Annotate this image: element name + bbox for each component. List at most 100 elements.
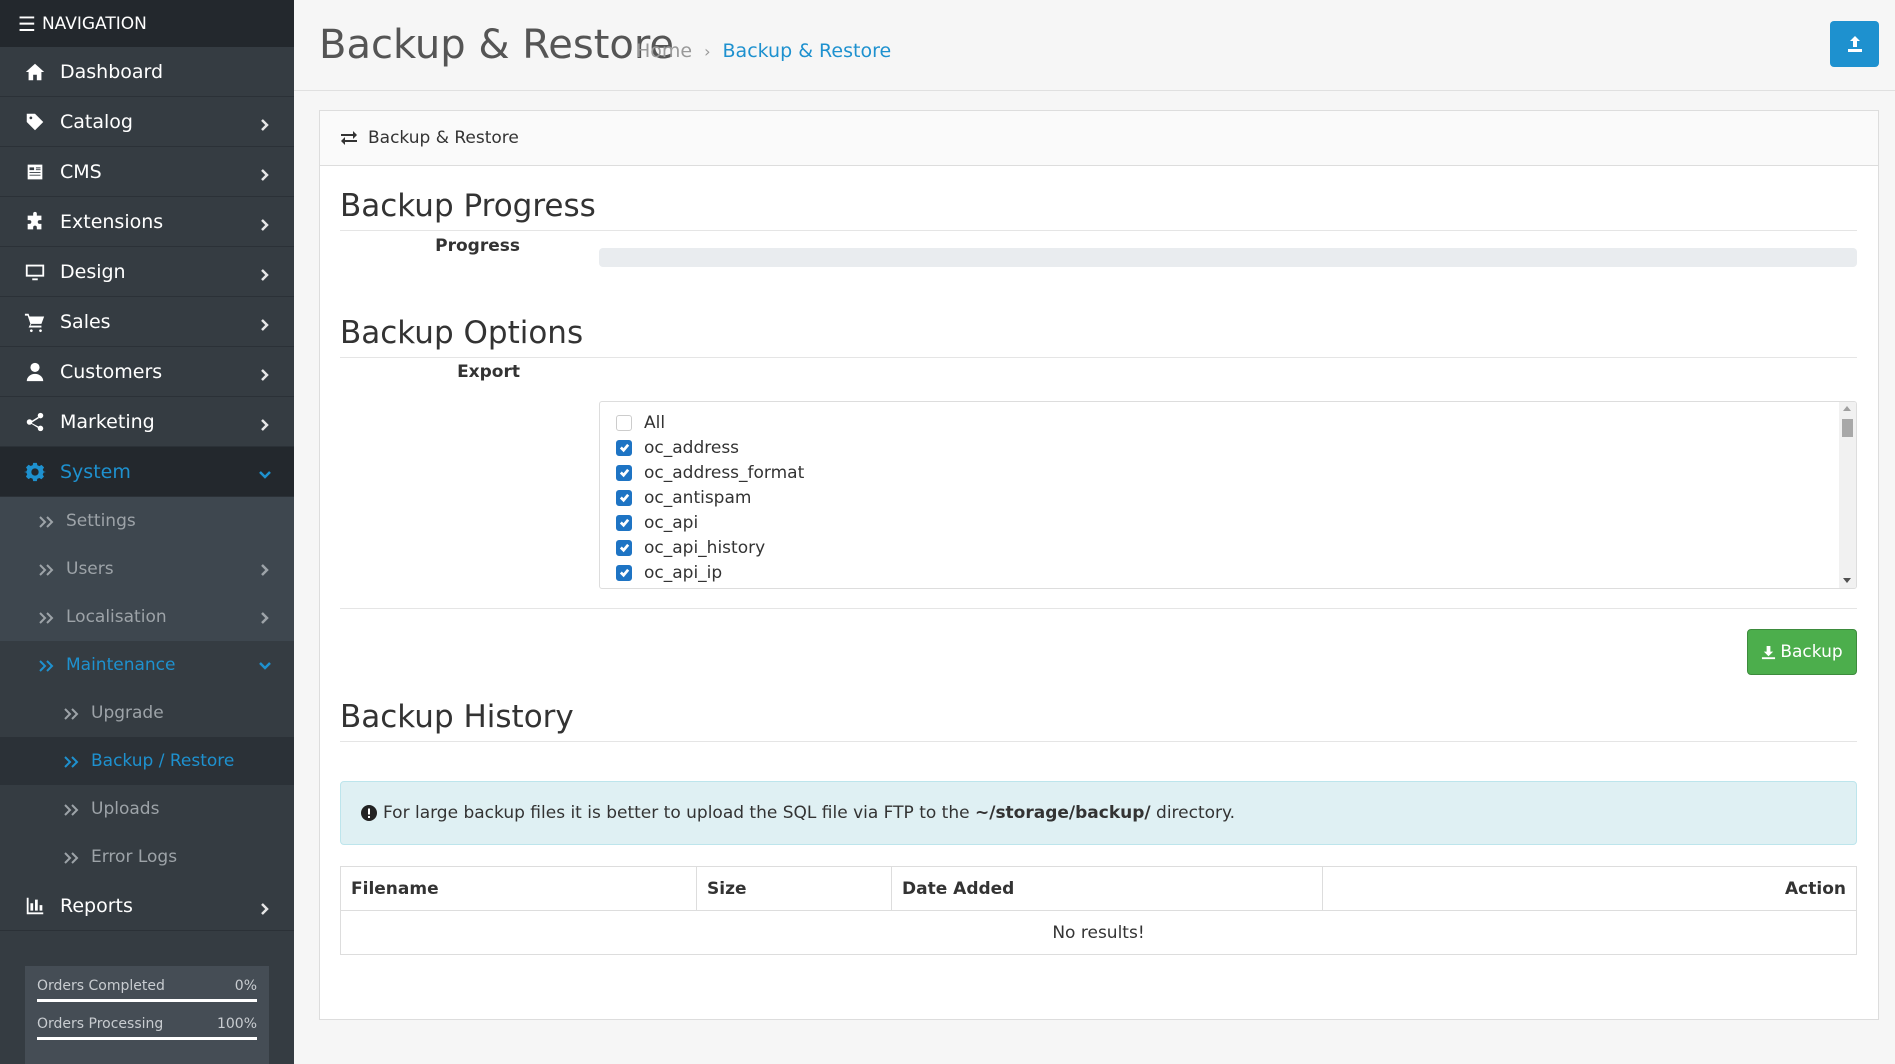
sidebar-item-sales[interactable]: Sales — [0, 297, 294, 347]
sidebar-item-backup-restore[interactable]: Backup / Restore — [0, 737, 294, 785]
sidebar-item-label: Error Logs — [91, 847, 178, 867]
chevron-right-icon — [258, 265, 272, 281]
export-item[interactable]: oc_api — [600, 510, 1856, 535]
stat-bar — [37, 1037, 257, 1040]
export-item-all[interactable]: All — [600, 410, 1856, 435]
export-item[interactable]: oc_address_format — [600, 460, 1856, 485]
export-item-label: oc_address — [644, 437, 740, 458]
sidebar-item-marketing[interactable]: Marketing — [0, 397, 294, 447]
chevron-right-icon — [258, 365, 272, 381]
sidebar-item-label: Users — [66, 559, 114, 579]
sidebar-item-design[interactable]: Design — [0, 247, 294, 297]
breadcrumb-home[interactable]: Home — [636, 40, 692, 62]
checkbox[interactable] — [616, 464, 632, 481]
divider — [340, 608, 1857, 609]
breadcrumb-current[interactable]: Backup & Restore — [723, 40, 892, 62]
chevron-right-icon — [258, 415, 272, 431]
download-icon — [1762, 645, 1776, 659]
chevron-right-icon — [258, 899, 272, 915]
scroll-down-icon[interactable] — [1843, 578, 1851, 583]
chevron-right-icon — [258, 165, 272, 181]
sidebar-item-users[interactable]: Users — [0, 545, 294, 593]
breadcrumb-separator-icon: › — [704, 41, 711, 61]
sidebar-item-label: Backup / Restore — [91, 751, 235, 771]
column-header-date-added[interactable]: Date Added — [891, 866, 1323, 911]
double-chevron-right-icon — [38, 562, 56, 576]
stat-bar — [37, 999, 257, 1002]
stat-value: 100% — [216, 1016, 257, 1032]
backup-progress-heading: Backup Progress — [340, 188, 1857, 231]
sidebar-item-label: Upgrade — [91, 703, 164, 723]
sidebar-item-localisation[interactable]: Localisation — [0, 593, 294, 641]
scrollbar-thumb[interactable] — [1842, 419, 1853, 437]
export-item-label: oc_api_ip — [644, 562, 723, 583]
chevron-right-icon — [258, 315, 272, 331]
column-header-filename[interactable]: Filename — [340, 866, 697, 911]
checkbox[interactable] — [616, 539, 632, 556]
page-header: Backup & Restore Home › Backup & Restore — [294, 0, 1895, 91]
export-item-label: oc_antispam — [644, 487, 752, 508]
empty-results: No results! — [340, 910, 1857, 955]
sidebar-item-uploads[interactable]: Uploads — [0, 785, 294, 833]
export-table-list[interactable]: All oc_address oc_address_format oc_anti… — [599, 401, 1857, 589]
export-list: All oc_address oc_address_format oc_anti… — [600, 402, 1856, 585]
home-icon — [22, 61, 48, 83]
checkbox[interactable] — [616, 514, 632, 531]
double-chevron-right-icon — [63, 802, 81, 816]
backup-button[interactable]: Backup — [1747, 629, 1857, 675]
export-item-label: All — [644, 412, 666, 433]
double-chevron-right-icon — [38, 610, 56, 624]
sidebar-item-label: Extensions — [60, 210, 164, 233]
export-item-label: oc_api_history — [644, 537, 766, 558]
backup-history-heading: Backup History — [340, 699, 1857, 742]
export-item[interactable]: oc_api_ip — [600, 560, 1856, 585]
sidebar-item-label: Reports — [60, 894, 133, 917]
double-chevron-right-icon — [63, 706, 81, 720]
card-title: Backup & Restore — [368, 128, 519, 148]
sidebar-item-upgrade[interactable]: Upgrade — [0, 689, 294, 737]
sidebar-item-maintenance[interactable]: Maintenance — [0, 641, 294, 689]
sidebar: ☰ NAVIGATION Dashboard Catalog CMS Exten… — [0, 0, 294, 1064]
checkbox[interactable] — [616, 489, 632, 506]
backup-restore-card: Backup & Restore Backup Progress Progres… — [319, 110, 1879, 1020]
nav-header-label: NAVIGATION — [41, 13, 147, 34]
export-item[interactable]: oc_address — [600, 435, 1856, 460]
sidebar-item-dashboard[interactable]: Dashboard — [0, 47, 294, 97]
scroll-up-icon[interactable] — [1843, 406, 1851, 411]
export-item[interactable]: oc_api_history — [600, 535, 1856, 560]
sidebar-item-reports[interactable]: Reports — [0, 881, 294, 931]
sidebar-item-catalog[interactable]: Catalog — [0, 97, 294, 147]
export-label: Export — [457, 362, 520, 382]
sidebar-item-settings[interactable]: Settings — [0, 497, 294, 545]
export-item[interactable]: oc_antispam — [600, 485, 1856, 510]
scrollbar[interactable] — [1839, 402, 1856, 588]
sidebar-item-system[interactable]: System — [0, 447, 294, 497]
hamburger-icon[interactable]: ☰ — [18, 12, 36, 36]
alert-path: ~/storage/backup/ — [974, 803, 1151, 823]
upload-button[interactable] — [1830, 21, 1879, 67]
stat-value: 0% — [234, 978, 257, 994]
backup-history-table: Filename Size Date Added Action No resul… — [340, 866, 1857, 955]
checkbox[interactable] — [616, 414, 632, 431]
sidebar-item-label: Uploads — [91, 799, 160, 819]
double-chevron-right-icon — [38, 658, 56, 672]
chevron-down-icon — [258, 658, 272, 672]
sidebar-item-cms[interactable]: CMS — [0, 147, 294, 197]
sidebar-item-customers[interactable]: Customers — [0, 347, 294, 397]
backup-button-label: Backup — [1780, 642, 1843, 662]
nav-header[interactable]: ☰ NAVIGATION — [0, 0, 294, 47]
checkbox[interactable] — [616, 564, 632, 581]
system-submenu: Settings Users Localisation Maintenance … — [0, 497, 294, 881]
share-icon — [22, 411, 48, 433]
column-header-size[interactable]: Size — [696, 866, 892, 911]
sidebar-item-label: Dashboard — [60, 60, 164, 83]
sidebar-item-error-logs[interactable]: Error Logs — [0, 833, 294, 881]
sidebar-item-extensions[interactable]: Extensions — [0, 197, 294, 247]
stat-orders-completed: Orders Completed 0% — [37, 978, 257, 1002]
cart-icon — [22, 311, 48, 333]
checkbox[interactable] — [616, 439, 632, 456]
main-content: Backup & Restore Home › Backup & Restore… — [294, 0, 1895, 1064]
progress-label: Progress — [435, 236, 520, 256]
sidebar-item-label: Design — [60, 260, 126, 283]
chevron-right-icon — [258, 562, 272, 576]
